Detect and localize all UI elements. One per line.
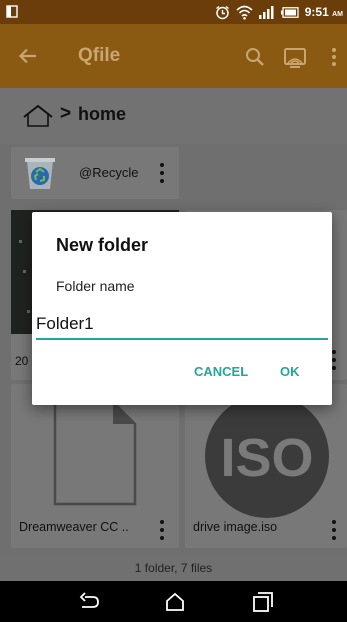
cast-icon[interactable]: [283, 46, 307, 68]
recycle-bin-icon: [25, 158, 55, 189]
breadcrumb-separator: >: [60, 103, 72, 124]
new-folder-dialog: New folder Folder name CANCEL OK: [32, 212, 332, 405]
dialog-title: New folder: [56, 235, 149, 255]
document-icon: [53, 400, 137, 506]
breadcrumb-home[interactable]: home: [78, 104, 126, 125]
ok-button[interactable]: OK: [280, 364, 300, 379]
search-icon[interactable]: [244, 46, 266, 68]
alarm-icon: [215, 5, 229, 19]
home-button-icon[interactable]: [162, 589, 188, 615]
folder-name-label: Folder name: [56, 278, 135, 294]
status-bar: 9:51 AM: [0, 0, 347, 24]
clock: 9:51 AM: [304, 5, 343, 19]
svg-text:ISO: ISO: [220, 428, 313, 488]
file-card-dreamweaver[interactable]: Dreamweaver CC ..: [11, 384, 179, 548]
item-menu-icon[interactable]: [331, 520, 337, 540]
back-icon[interactable]: [76, 589, 102, 615]
system-nav-bar: [0, 581, 347, 622]
back-arrow-icon[interactable]: [14, 42, 42, 70]
item-menu-icon[interactable]: [159, 520, 165, 540]
file-card-iso[interactable]: ISO drive image.iso: [185, 384, 347, 548]
breadcrumb: > home: [0, 88, 347, 144]
signal-icon: [258, 5, 274, 19]
app-bar: Qfile: [0, 24, 347, 88]
iso-file-icon: ISO: [205, 394, 329, 518]
home-icon[interactable]: [22, 104, 54, 128]
file-name: @Recycle: [79, 165, 139, 180]
item-menu-icon[interactable]: [159, 163, 165, 183]
file-name: 20: [15, 354, 29, 368]
wifi-icon: [236, 5, 253, 20]
folder-name-input[interactable]: [36, 310, 328, 340]
app-title: Qfile: [78, 45, 121, 66]
file-count-summary: 1 folder, 7 files: [0, 556, 347, 581]
battery-icon: [280, 6, 299, 18]
file-name: drive image.iso: [193, 520, 278, 534]
cancel-button[interactable]: CANCEL: [194, 364, 248, 379]
screenshot-icon: [6, 5, 18, 18]
recent-apps-icon[interactable]: [250, 589, 276, 615]
file-card-recycle[interactable]: @Recycle: [11, 147, 179, 199]
file-name: Dreamweaver CC ..: [19, 520, 129, 534]
overflow-menu-icon[interactable]: [330, 46, 338, 68]
